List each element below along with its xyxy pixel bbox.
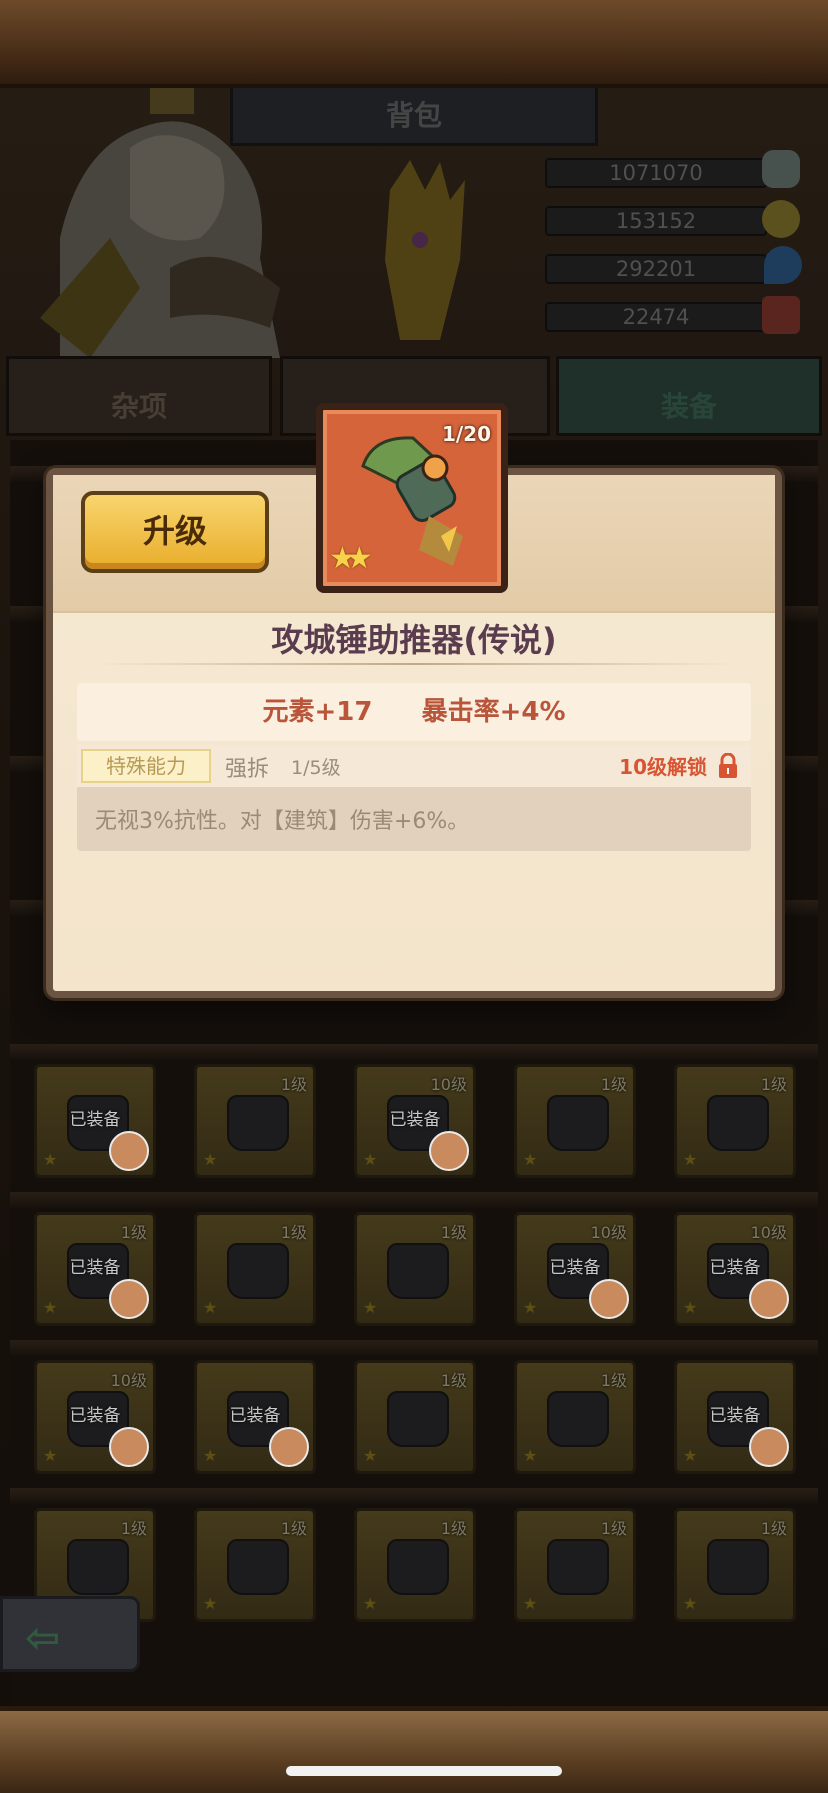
ability-header: 特殊能力 强拆 1/5级 10级解锁 (77, 745, 751, 787)
equipped-label: 已装备 (549, 1258, 601, 1278)
equipped-label: 已装备 (69, 1110, 121, 1130)
hero-avatar (269, 1427, 309, 1467)
bottom-wood-frame (0, 1706, 828, 1793)
equipped-label: 已装备 (69, 1258, 121, 1278)
divider (93, 663, 735, 665)
upgrade-button[interactable]: 升级 (81, 491, 269, 573)
item-star-rating: ★★ (329, 541, 373, 576)
ability-name: 强拆 (225, 757, 270, 782)
special-ability-panel: 特殊能力 强拆 1/5级 10级解锁 无视3%抗性。对【建筑】伤害+6%。 (77, 745, 751, 851)
lock-icon (719, 753, 737, 778)
hero-avatar (749, 1279, 789, 1319)
top-wood-frame (0, 0, 828, 88)
item-count: 1/20 (441, 422, 491, 446)
equipped-label: 已装备 (389, 1110, 441, 1130)
ability-tag: 特殊能力 (81, 749, 211, 783)
stat-crit-rate: 暴击率+4% (421, 697, 566, 727)
equipped-label: 已装备 (69, 1406, 121, 1426)
hero-avatar (109, 1131, 149, 1171)
stat-element: 元素+17 (262, 697, 373, 727)
equipped-label: 已装备 (709, 1258, 761, 1278)
home-indicator[interactable] (286, 1766, 562, 1776)
unlock-requirement: 10级解锁 (619, 755, 707, 779)
hero-avatar (589, 1279, 629, 1319)
siege-ram-booster-icon (361, 436, 463, 566)
item-name: 攻城锤助推器(传说) (271, 621, 557, 659)
hero-avatar (749, 1427, 789, 1467)
item-stats: 元素+17 暴击率+4% (77, 683, 751, 741)
item-card[interactable]: 1/20 ★★ (316, 403, 508, 593)
equipped-label: 已装备 (709, 1406, 761, 1426)
hero-avatar (109, 1279, 149, 1319)
equipped-label: 已装备 (229, 1406, 281, 1426)
ability-level: 1/5级 (291, 757, 341, 779)
hero-avatar (429, 1131, 469, 1171)
ability-description: 无视3%抗性。对【建筑】伤害+6%。 (95, 809, 470, 834)
hero-avatar (109, 1427, 149, 1467)
